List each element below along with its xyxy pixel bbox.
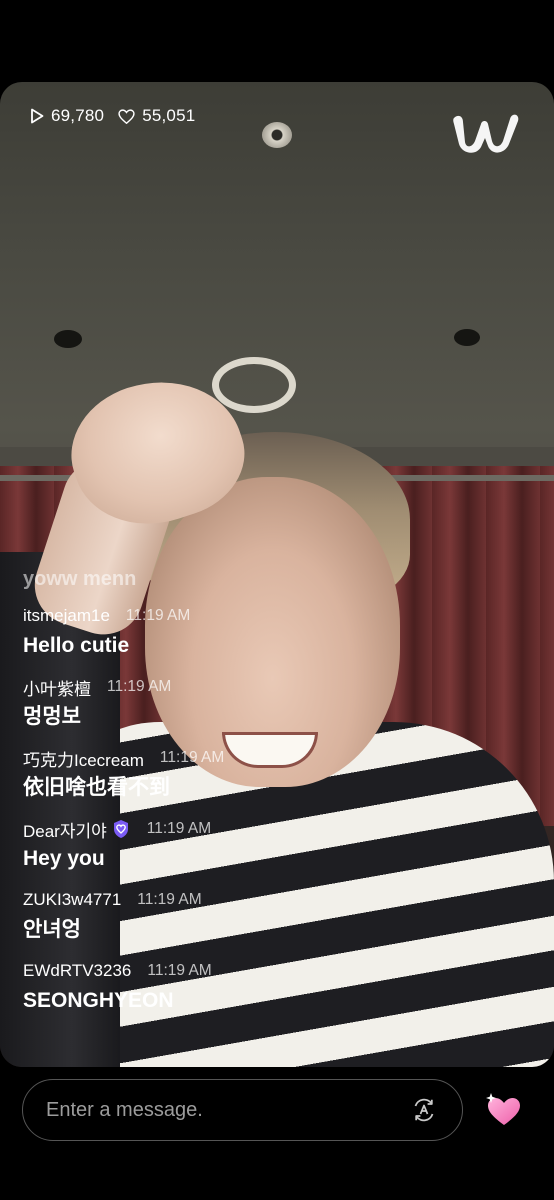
chat-message: Dear자기야 11:19 AM Hey you xyxy=(23,818,423,872)
chat-message: 巧克力Icecream 11:19 AM 依旧啥也看不到 xyxy=(23,747,423,801)
chat-message: EWdRTV3236 11:19 AM SEONGHYEON xyxy=(23,960,423,1014)
heart-badge-icon xyxy=(113,820,128,838)
sparkle-heart-icon[interactable] xyxy=(484,1092,522,1128)
message-input[interactable] xyxy=(23,1097,404,1123)
chat-text: Hello cutie xyxy=(23,634,130,657)
play-icon xyxy=(31,108,44,124)
chat-text: 안녀엉 xyxy=(23,918,81,941)
chat-timestamp: 11:19 AM xyxy=(147,962,212,979)
chat-username[interactable]: 小叶紫檀 xyxy=(23,675,91,700)
chat-text: Hey you xyxy=(23,847,105,870)
ceiling-ring-light xyxy=(212,357,296,413)
like-count-value: 55,051 xyxy=(142,106,196,125)
chat-timestamp: 11:19 AM xyxy=(107,678,172,695)
faded-chat-message: yoww menn xyxy=(23,568,137,590)
chat-username[interactable]: ZUKI3w4771 xyxy=(23,890,121,910)
chat-timestamp: 11:19 AM xyxy=(125,607,191,624)
chat-timestamp: 11:19 AM xyxy=(137,891,202,908)
chat-message: 小叶紫檀 11:19 AM 멍멍보 xyxy=(23,676,423,730)
chat-message: ZUKI3w4771 11:19 AM 안녀엉 xyxy=(23,889,423,943)
chat-username[interactable]: Dear자기야 xyxy=(23,817,107,842)
translate-icon xyxy=(414,1098,434,1122)
chat-message: itsmejam1e 11:19 AM Hello cutie xyxy=(23,605,423,659)
chat-username[interactable]: 巧克力Icecream xyxy=(23,746,144,771)
view-count: 69,780 xyxy=(30,106,104,126)
chat-feed: yoww menn itsmejam1e 11:19 AM Hello cuti… xyxy=(23,568,423,1031)
chat-text: 멍멍보 xyxy=(23,705,81,728)
heart-outline-icon xyxy=(118,108,135,124)
like-count: 55,051 xyxy=(118,106,195,126)
chat-username[interactable]: itsmejam1e xyxy=(23,606,110,626)
ceiling-speaker xyxy=(262,122,292,148)
chat-timestamp: 11:19 AM xyxy=(159,749,225,766)
chat-text: SEONGHYEON xyxy=(23,989,174,1012)
ceiling-light-left xyxy=(54,330,82,348)
chat-text: 依旧啥也看不到 xyxy=(23,776,170,799)
live-stream-screen: 69,780 55,051 yoww menn itsmejam1e 11:19… xyxy=(0,0,554,1200)
stream-stats: 69,780 55,051 xyxy=(30,106,209,126)
weverse-logo-icon xyxy=(453,114,519,153)
message-input-bar xyxy=(22,1079,463,1141)
chat-timestamp: 11:19 AM xyxy=(146,820,212,837)
translate-button[interactable] xyxy=(404,1090,444,1130)
chat-username[interactable]: EWdRTV3236 xyxy=(23,961,131,981)
view-count-value: 69,780 xyxy=(51,106,105,125)
ceiling-light-right xyxy=(454,329,480,346)
